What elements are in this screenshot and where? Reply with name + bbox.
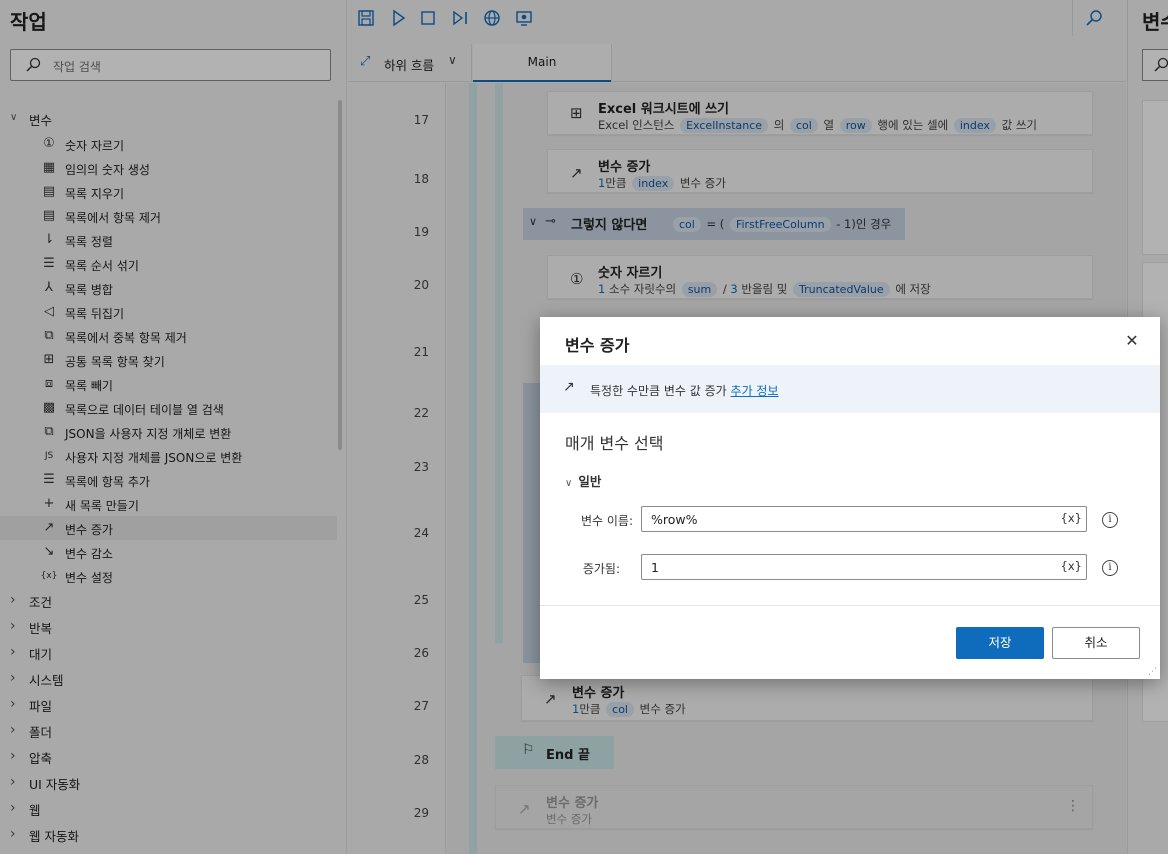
variable-picker-icon[interactable]: {x} [1061, 559, 1082, 573]
save-button[interactable]: 저장 [956, 627, 1044, 659]
close-icon[interactable]: ✕ [1122, 331, 1142, 351]
info-icon[interactable]: i [1102, 560, 1118, 576]
app-window: 작업 작업 검색 ∨ 변수 ① 숫자 자르기 ▦ 임의의 숫자 생성 ▤ 목록 지우기 ▤ 목… [0, 0, 1168, 854]
increase-variable-icon: ↗ [563, 379, 575, 395]
info-icon[interactable]: i [1102, 512, 1118, 528]
variable-name-input[interactable]: %row% {x} [641, 506, 1087, 532]
cancel-button[interactable]: 취소 [1052, 627, 1140, 659]
dialog-info-bar: ↗ 특정한 수만큼 변수 값 증가 추가 정보 [540, 365, 1160, 413]
increase-variable-dialog: 변수 증가 ✕ ↗ 특정한 수만큼 변수 값 증가 추가 정보 매개 변수 선택… [540, 317, 1160, 679]
info-text: 특정한 수만큼 변수 값 증가 [590, 384, 727, 398]
parameters-heading: 매개 변수 선택 [565, 434, 664, 453]
dialog-title: 변수 증가 [565, 336, 630, 355]
chevron-down-icon: ∨ [565, 478, 573, 489]
variable-picker-icon[interactable]: {x} [1061, 511, 1082, 525]
increase-by-label: 증가됨: [582, 562, 620, 576]
increase-by-input[interactable]: 1 {x} [641, 554, 1087, 580]
general-group-toggle[interactable]: ∨ 일반 [565, 471, 601, 490]
more-info-link[interactable]: 추가 정보 [731, 384, 779, 398]
dialog-footer: 저장 취소 [540, 605, 1160, 679]
variable-name-label: 변수 이름: [580, 514, 633, 528]
resize-grip-icon[interactable]: ⋰ [1148, 667, 1158, 677]
